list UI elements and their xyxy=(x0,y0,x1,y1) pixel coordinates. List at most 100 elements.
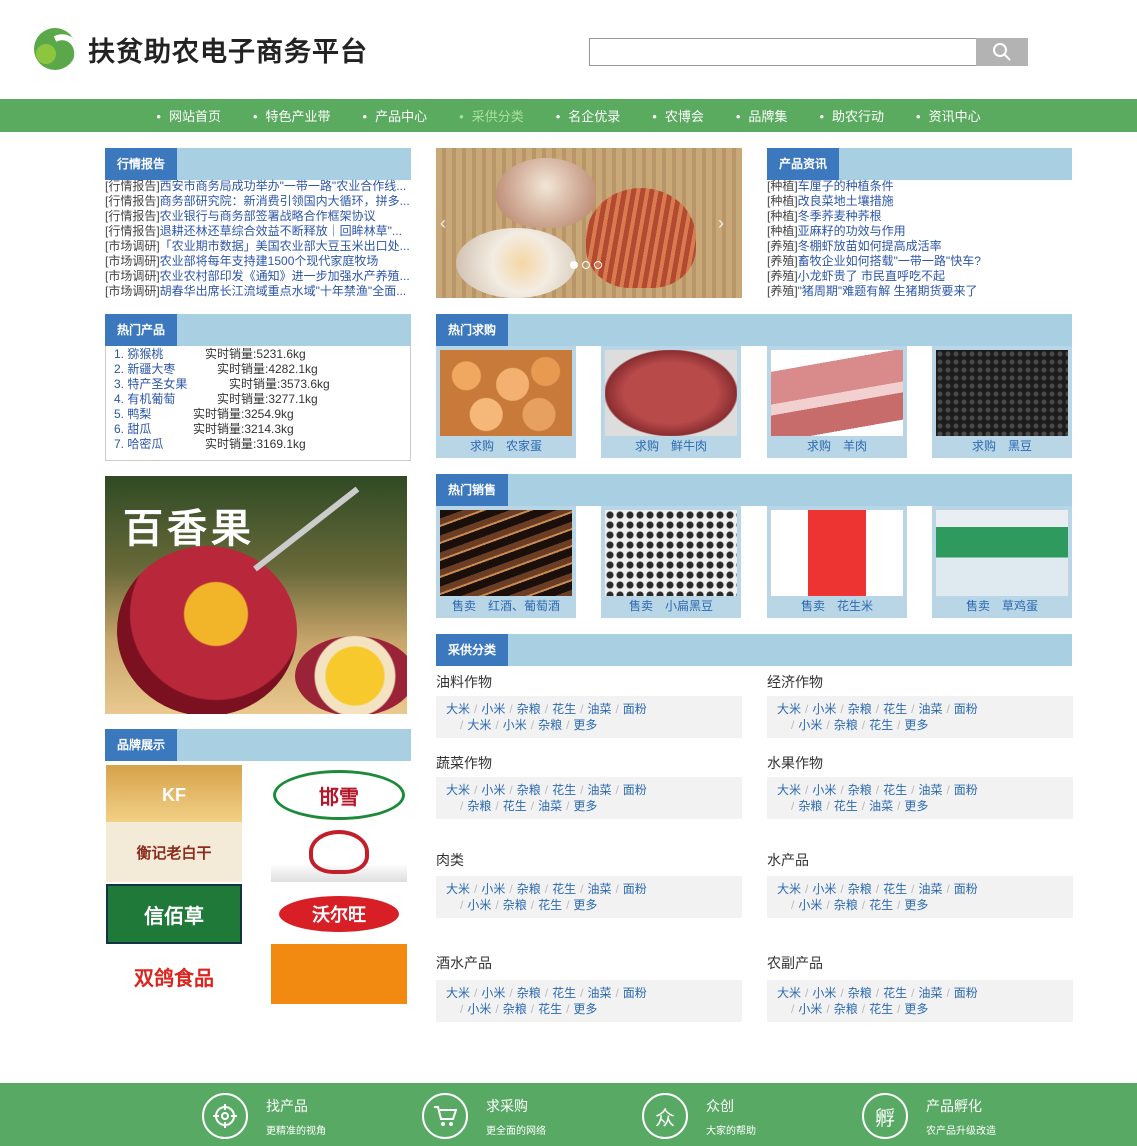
hot-products-tab[interactable]: 热门产品 xyxy=(105,314,178,346)
nav-industry[interactable]: 特色产业带 xyxy=(245,106,339,125)
category-link[interactable]: 杂粮 xyxy=(517,986,541,1000)
category-link[interactable]: 面粉 xyxy=(623,702,647,716)
category-group-title[interactable]: 水果作物 xyxy=(767,753,823,773)
category-link[interactable]: 油菜 xyxy=(869,799,893,813)
card-caption[interactable]: 求购 羊肉 xyxy=(771,436,903,456)
category-link[interactable]: 面粉 xyxy=(623,783,647,797)
category-link[interactable]: 小米 xyxy=(798,1002,822,1016)
category-link[interactable]: 花生 xyxy=(552,783,576,797)
category-link[interactable]: 大米 xyxy=(777,882,801,896)
product-card[interactable]: 求购 农家蛋 xyxy=(436,346,576,458)
category-link[interactable]: 花生 xyxy=(883,783,907,797)
nav-brands[interactable]: 品牌集 xyxy=(728,106,796,125)
category-link[interactable]: 大米 xyxy=(777,986,801,1000)
brand-logo-woerwang[interactable]: 沃尔旺 xyxy=(271,884,407,944)
list-item[interactable]: 7. 哈密瓜 实时销量:3169.1kg xyxy=(114,437,402,452)
category-link[interactable]: 大米 xyxy=(446,702,470,716)
category-link[interactable]: 花生 xyxy=(538,1002,562,1016)
category-link[interactable]: 油菜 xyxy=(918,882,942,896)
list-item[interactable]: [种植]车厘子的种植条件 xyxy=(767,179,1072,194)
nav-action[interactable]: 助农行动 xyxy=(811,106,892,125)
category-link[interactable]: 小米 xyxy=(481,882,505,896)
category-link[interactable]: 面粉 xyxy=(954,783,978,797)
carousel-next-icon[interactable]: › xyxy=(718,213,724,234)
product-card[interactable]: 求购 鲜牛肉 xyxy=(601,346,741,458)
category-link[interactable]: 更多 xyxy=(573,799,597,813)
brands-tab[interactable]: 品牌展示 xyxy=(105,729,178,761)
category-link[interactable]: 花生 xyxy=(503,799,527,813)
category-link[interactable]: 更多 xyxy=(904,1002,928,1016)
category-link[interactable]: 小米 xyxy=(812,986,836,1000)
category-link[interactable]: 大米 xyxy=(446,882,470,896)
category-link[interactable]: 小米 xyxy=(467,898,491,912)
brand-logo-red-emblem[interactable] xyxy=(271,822,407,882)
category-link[interactable]: 小米 xyxy=(812,702,836,716)
category-link[interactable]: 杂粮 xyxy=(467,799,491,813)
category-link[interactable]: 杂粮 xyxy=(834,718,858,732)
category-group-title[interactable]: 经济作物 xyxy=(767,672,823,692)
category-tab[interactable]: 采供分类 xyxy=(436,634,509,666)
footer-crowd[interactable]: 众 众创 大家的帮助 xyxy=(642,1093,756,1139)
category-group-title[interactable]: 蔬菜作物 xyxy=(436,753,492,773)
list-item[interactable]: 3. 特产圣女果 实时销量:3573.6kg xyxy=(114,377,402,392)
category-link[interactable]: 花生 xyxy=(883,702,907,716)
category-link[interactable]: 杂粮 xyxy=(503,898,527,912)
hot-sale-tab[interactable]: 热门销售 xyxy=(436,474,509,506)
product-card[interactable]: 售卖 花生米 xyxy=(767,506,907,618)
carousel-dot[interactable] xyxy=(594,261,602,269)
category-link[interactable]: 花生 xyxy=(883,986,907,1000)
category-link[interactable]: 小米 xyxy=(812,882,836,896)
list-item[interactable]: 2. 新疆大枣 实时销量:4282.1kg xyxy=(114,362,402,377)
category-link[interactable]: 小米 xyxy=(798,898,822,912)
category-link[interactable]: 小米 xyxy=(503,718,527,732)
category-link[interactable]: 杂粮 xyxy=(503,1002,527,1016)
list-item[interactable]: [种植]改良菜地土壤措施 xyxy=(767,194,1072,209)
brand-logo-hanxue[interactable]: 邯雪 xyxy=(271,765,407,825)
category-link[interactable]: 小米 xyxy=(481,702,505,716)
category-link[interactable]: 大米 xyxy=(446,783,470,797)
category-link[interactable]: 油菜 xyxy=(918,783,942,797)
product-card[interactable]: 求购 羊肉 xyxy=(767,346,907,458)
category-group-title[interactable]: 酒水产品 xyxy=(436,953,492,973)
card-caption[interactable]: 求购 鲜牛肉 xyxy=(605,436,737,456)
category-link[interactable]: 小米 xyxy=(481,783,505,797)
nav-category[interactable]: 采供分类 xyxy=(451,106,532,125)
category-link[interactable]: 花生 xyxy=(552,986,576,1000)
list-item[interactable]: 1. 猕猴桃 实时销量:5231.6kg xyxy=(114,347,402,362)
category-link[interactable]: 花生 xyxy=(869,1002,893,1016)
list-item[interactable]: [市场调研]农业农村部印发《通知》进一步加强水产养殖... xyxy=(105,269,411,284)
brand-logo-hengji[interactable]: 衡记老白干 xyxy=(106,822,242,882)
list-item[interactable]: [市场调研]胡春华出席长江流域重点水域"十年禁渔"全面... xyxy=(105,284,411,299)
nav-companies[interactable]: 名企优录 xyxy=(548,106,629,125)
category-link[interactable]: 油菜 xyxy=(587,986,611,1000)
brand-logo-kf[interactable]: KF xyxy=(106,765,242,825)
category-link[interactable]: 油菜 xyxy=(918,702,942,716)
category-link[interactable]: 面粉 xyxy=(623,882,647,896)
search-button[interactable] xyxy=(976,38,1028,66)
nav-home[interactable]: 网站首页 xyxy=(148,106,229,125)
category-link[interactable]: 更多 xyxy=(904,718,928,732)
list-item[interactable]: 6. 甜瓜 实时销量:3214.3kg xyxy=(114,422,402,437)
list-item[interactable]: [行情报告]商务部研究院：新消费引领国内大循环，拼多... xyxy=(105,194,411,209)
category-link[interactable]: 花生 xyxy=(552,702,576,716)
category-link[interactable]: 更多 xyxy=(573,1002,597,1016)
category-link[interactable]: 面粉 xyxy=(954,702,978,716)
category-link[interactable]: 小米 xyxy=(481,986,505,1000)
category-group-title[interactable]: 油料作物 xyxy=(436,672,492,692)
category-link[interactable]: 杂粮 xyxy=(517,882,541,896)
market-report-tab[interactable]: 行情报告 xyxy=(105,148,178,180)
footer-find-product[interactable]: 找产品 更精准的视角 xyxy=(202,1093,326,1139)
hot-buy-tab[interactable]: 热门求购 xyxy=(436,314,509,346)
category-link[interactable]: 小米 xyxy=(798,718,822,732)
hero-carousel[interactable]: ‹ › xyxy=(436,148,742,298)
list-item[interactable]: 4. 有机葡萄 实时销量:3277.1kg xyxy=(114,392,402,407)
nav-products[interactable]: 产品中心 xyxy=(355,106,436,125)
list-item[interactable]: 5. 鸭梨 实时销量:3254.9kg xyxy=(114,407,402,422)
category-link[interactable]: 油菜 xyxy=(918,986,942,1000)
carousel-dot[interactable] xyxy=(570,261,578,269)
carousel-dot[interactable] xyxy=(582,261,590,269)
card-caption[interactable]: 售卖 小扁黑豆 xyxy=(605,596,737,616)
list-item[interactable]: [市场调研]「农业期市数据」美国农业部大豆玉米出口处... xyxy=(105,239,411,254)
list-item[interactable]: [种植]冬季荞麦种荞根 xyxy=(767,209,1072,224)
passion-fruit-banner[interactable]: 百香果 xyxy=(105,476,407,714)
